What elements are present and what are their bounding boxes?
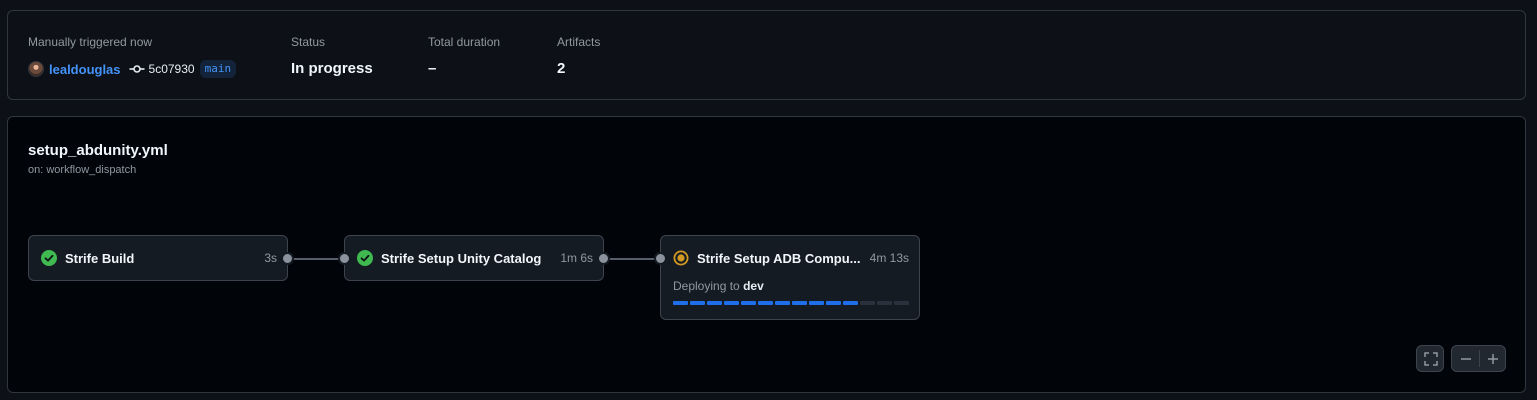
progress-segment — [792, 301, 807, 305]
job-name: Strife Build — [65, 250, 135, 266]
artifacts-info: Artifacts 2 — [557, 34, 600, 79]
progress-segment — [860, 301, 875, 305]
branch-badge[interactable]: main — [199, 60, 237, 78]
plus-icon[interactable] — [1485, 351, 1501, 367]
progress-segment — [758, 301, 773, 305]
fullscreen-button[interactable] — [1416, 345, 1444, 372]
progress-segment — [741, 301, 756, 305]
workflow-trigger: on: workflow_dispatch — [28, 164, 137, 176]
git-commit-icon — [129, 65, 145, 73]
check-circle-fill-icon — [357, 250, 373, 266]
status-value: In progress — [291, 60, 373, 77]
progress-segment — [724, 301, 739, 305]
workflow-graph: setup_abdunity.yml on: workflow_dispatch… — [7, 116, 1526, 393]
job-card-strife-setup-unity-catalog[interactable]: Strife Setup Unity Catalog 1m 6s — [338, 235, 610, 281]
job-connector — [292, 258, 344, 260]
progress-segment — [809, 301, 824, 305]
progress-segment — [775, 301, 790, 305]
input-port — [338, 252, 351, 265]
output-port — [281, 252, 294, 265]
progress-segment — [877, 301, 892, 305]
avatar[interactable] — [28, 61, 44, 77]
job-name: Strife Setup ADB Compu... — [697, 250, 861, 266]
progress-segment — [707, 301, 722, 305]
zoom-controls — [1451, 345, 1506, 372]
output-port — [597, 252, 610, 265]
progress-segment — [843, 301, 858, 305]
job-name: Strife Setup Unity Catalog — [381, 250, 542, 266]
dot-fill-icon — [673, 250, 689, 266]
job-duration: 1m 6s — [560, 251, 593, 265]
actor-link[interactable]: lealdouglas — [49, 62, 121, 77]
progress-segment — [673, 301, 688, 305]
screen-full-icon — [1424, 352, 1438, 366]
job-card-strife-build[interactable]: Strife Build 3s — [28, 235, 294, 281]
progress-segment — [690, 301, 705, 305]
status-label: Status — [291, 35, 326, 49]
artifacts-count[interactable]: 2 — [557, 59, 600, 79]
deployment-status: Deploying to dev — [673, 279, 764, 293]
deploy-prefix: Deploying to — [673, 279, 740, 293]
dash-icon[interactable] — [1458, 351, 1474, 367]
input-port — [654, 252, 667, 265]
check-circle-fill-icon — [41, 250, 57, 266]
run-summary: Manually triggered now lealdouglas 5c079… — [7, 10, 1526, 100]
zoom-divider — [1479, 350, 1480, 367]
job-duration: 3s — [264, 251, 277, 265]
status-info: Status In progress — [291, 34, 373, 79]
job-duration: 4m 13s — [869, 251, 909, 265]
trigger-info: Manually triggered now lealdouglas 5c079… — [28, 34, 237, 79]
job-card-strife-setup-adb-compute[interactable]: Strife Setup ADB Compu... 4m 13s Deployi… — [654, 235, 920, 320]
duration-value: – — [428, 60, 437, 77]
trigger-label: Manually triggered now — [28, 35, 153, 49]
workflow-file-name[interactable]: setup_abdunity.yml — [28, 142, 168, 159]
job-connector — [608, 258, 660, 260]
duration-label: Total duration — [428, 35, 501, 49]
progress-segment — [826, 301, 841, 305]
commit-sha-link[interactable]: 5c07930 — [149, 62, 195, 76]
environment-name[interactable]: dev — [743, 279, 764, 293]
deployment-progress-bar — [673, 301, 909, 305]
artifacts-label: Artifacts — [557, 35, 601, 49]
duration-info: Total duration – — [428, 34, 500, 79]
progress-segment — [894, 301, 909, 305]
